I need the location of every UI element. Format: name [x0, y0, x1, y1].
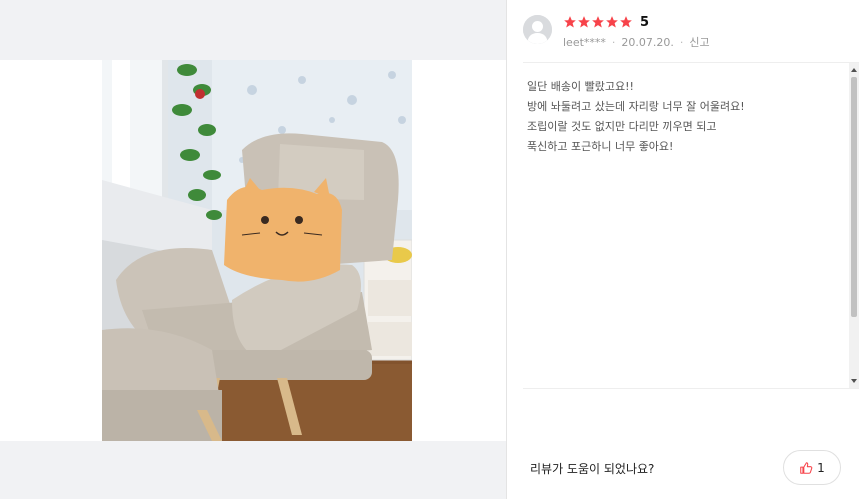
scroll-down-icon[interactable] [849, 376, 859, 386]
user-avatar-icon [523, 15, 552, 44]
review-photo[interactable] [102, 60, 412, 441]
star-icon [592, 16, 604, 28]
review-line: 일단 배송이 빨랐고요!! [527, 80, 634, 93]
review-meta: leet**** · 20.07.20. · 신고 [563, 34, 710, 50]
rating-score: 5 [640, 14, 650, 30]
review-panel: 5 leet**** · 20.07.20. · 신고 일단 배송이 빨랐고요!… [507, 0, 860, 499]
review-line: 방에 놔둘려고 샀는데 자리랑 너무 잘 어울려요! [527, 100, 745, 113]
like-count: 1 [817, 460, 825, 475]
review-text: 일단 배송이 빨랐고요!! 방에 놔둘려고 샀는데 자리랑 너무 잘 어울려요!… [527, 77, 843, 157]
username: leet**** [563, 35, 606, 49]
scroll-thumb[interactable] [851, 77, 857, 317]
scroll-up-icon[interactable] [849, 65, 859, 75]
separator: · [679, 35, 684, 49]
thumbs-up-icon [800, 461, 813, 474]
star-icon [578, 16, 590, 28]
review-header: 5 leet**** · 20.07.20. · 신고 [523, 13, 853, 49]
star-rating [563, 15, 633, 29]
review-date: 20.07.20. [621, 35, 674, 49]
report-link[interactable]: 신고 [689, 34, 709, 50]
separator: · [611, 35, 616, 49]
photo-viewer [0, 0, 507, 499]
star-icon [620, 16, 632, 28]
rating: 5 [563, 13, 649, 31]
like-button[interactable]: 1 [783, 450, 841, 485]
scrollbar[interactable] [849, 63, 859, 388]
review-line: 푹신하고 포근하니 너무 좋아요! [527, 140, 674, 153]
star-icon [606, 16, 618, 28]
star-icon [564, 16, 576, 28]
review-line: 조립이랄 것도 없지만 다리만 끼우면 되고 [527, 120, 717, 133]
helpful-question: 리뷰가 도움이 되었나요? [530, 462, 655, 476]
review-body[interactable]: 일단 배송이 빨랐고요!! 방에 놔둘려고 샀는데 자리랑 너무 잘 어울려요!… [523, 62, 859, 389]
